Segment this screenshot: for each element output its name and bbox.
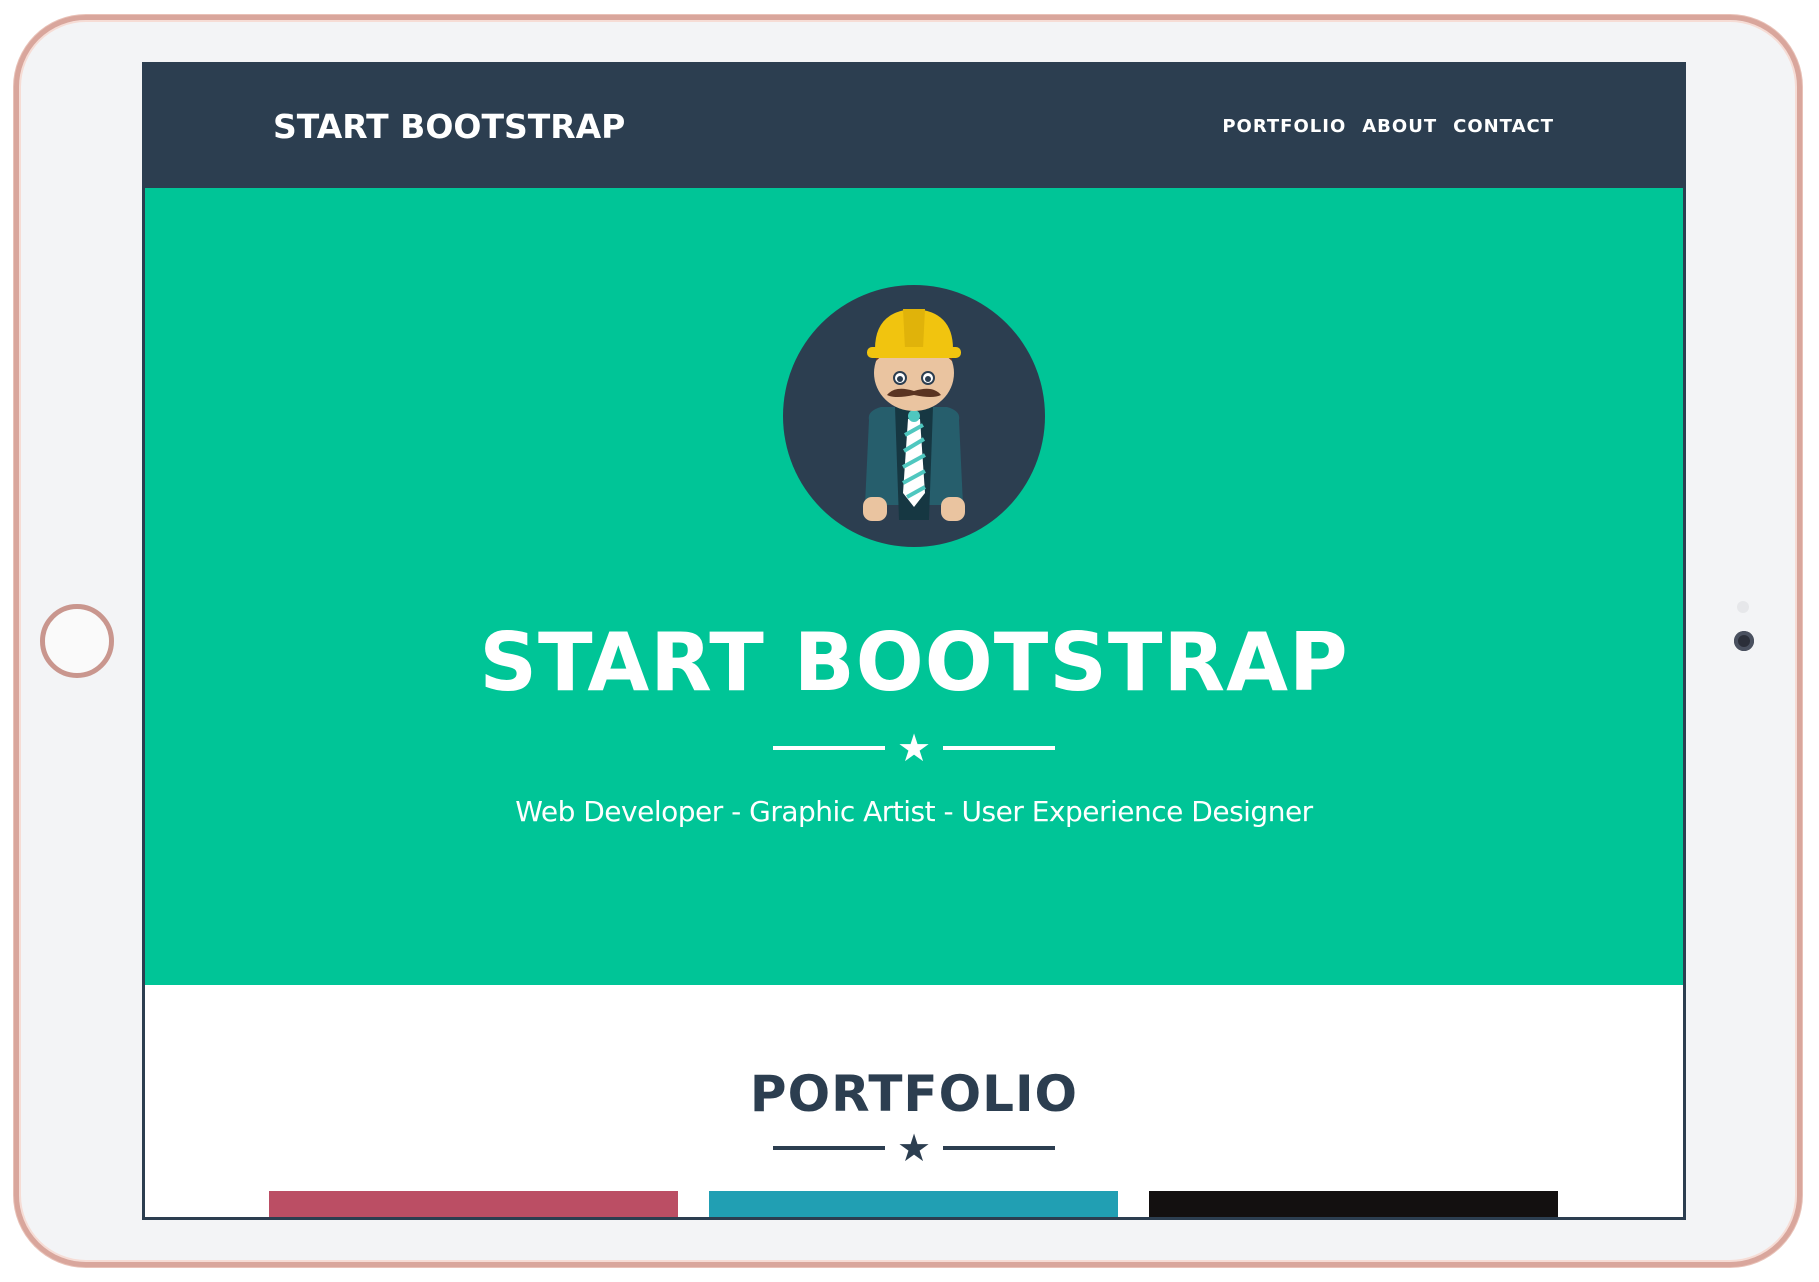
portfolio-grid — [269, 1191, 1558, 1217]
divider-line-right — [943, 1146, 1056, 1150]
nav-links: PORTFOLIO ABOUT CONTACT — [1214, 116, 1562, 137]
home-button[interactable] — [40, 604, 114, 678]
browser-screen: START BOOTSTRAP PORTFOLIO ABOUT CONTACT — [142, 62, 1686, 1220]
portfolio-section: PORTFOLIO ★ — [145, 985, 1683, 1167]
divider-line-right — [943, 746, 1056, 750]
hero-divider: ★ — [772, 726, 1056, 770]
portfolio-title: PORTFOLIO — [749, 1065, 1079, 1123]
brand-link[interactable]: START BOOTSTRAP — [273, 107, 625, 146]
divider-line-left — [772, 1146, 885, 1150]
portfolio-item[interactable] — [709, 1191, 1118, 1217]
hero-title: START BOOTSTRAP — [479, 616, 1349, 709]
camera-icon — [1734, 631, 1754, 651]
hero-subtitle: Web Developer - Graphic Artist - User Ex… — [515, 795, 1313, 828]
portfolio-item[interactable] — [269, 1191, 678, 1217]
nav-link-contact[interactable]: CONTACT — [1445, 116, 1562, 137]
sensor-dot — [1737, 601, 1749, 613]
divider-line-left — [772, 746, 885, 750]
star-icon: ★ — [896, 1126, 932, 1170]
nav-link-portfolio[interactable]: PORTFOLIO — [1214, 116, 1354, 137]
portfolio-item[interactable] — [1149, 1191, 1558, 1217]
navbar: START BOOTSTRAP PORTFOLIO ABOUT CONTACT — [145, 65, 1683, 188]
portfolio-divider: ★ — [772, 1126, 1056, 1170]
masthead: START BOOTSTRAP ★ Web Developer - Graphi… — [145, 188, 1683, 985]
nav-link-about[interactable]: ABOUT — [1354, 116, 1445, 137]
star-icon: ★ — [896, 726, 932, 770]
construction-worker-avatar-icon — [783, 285, 1045, 547]
